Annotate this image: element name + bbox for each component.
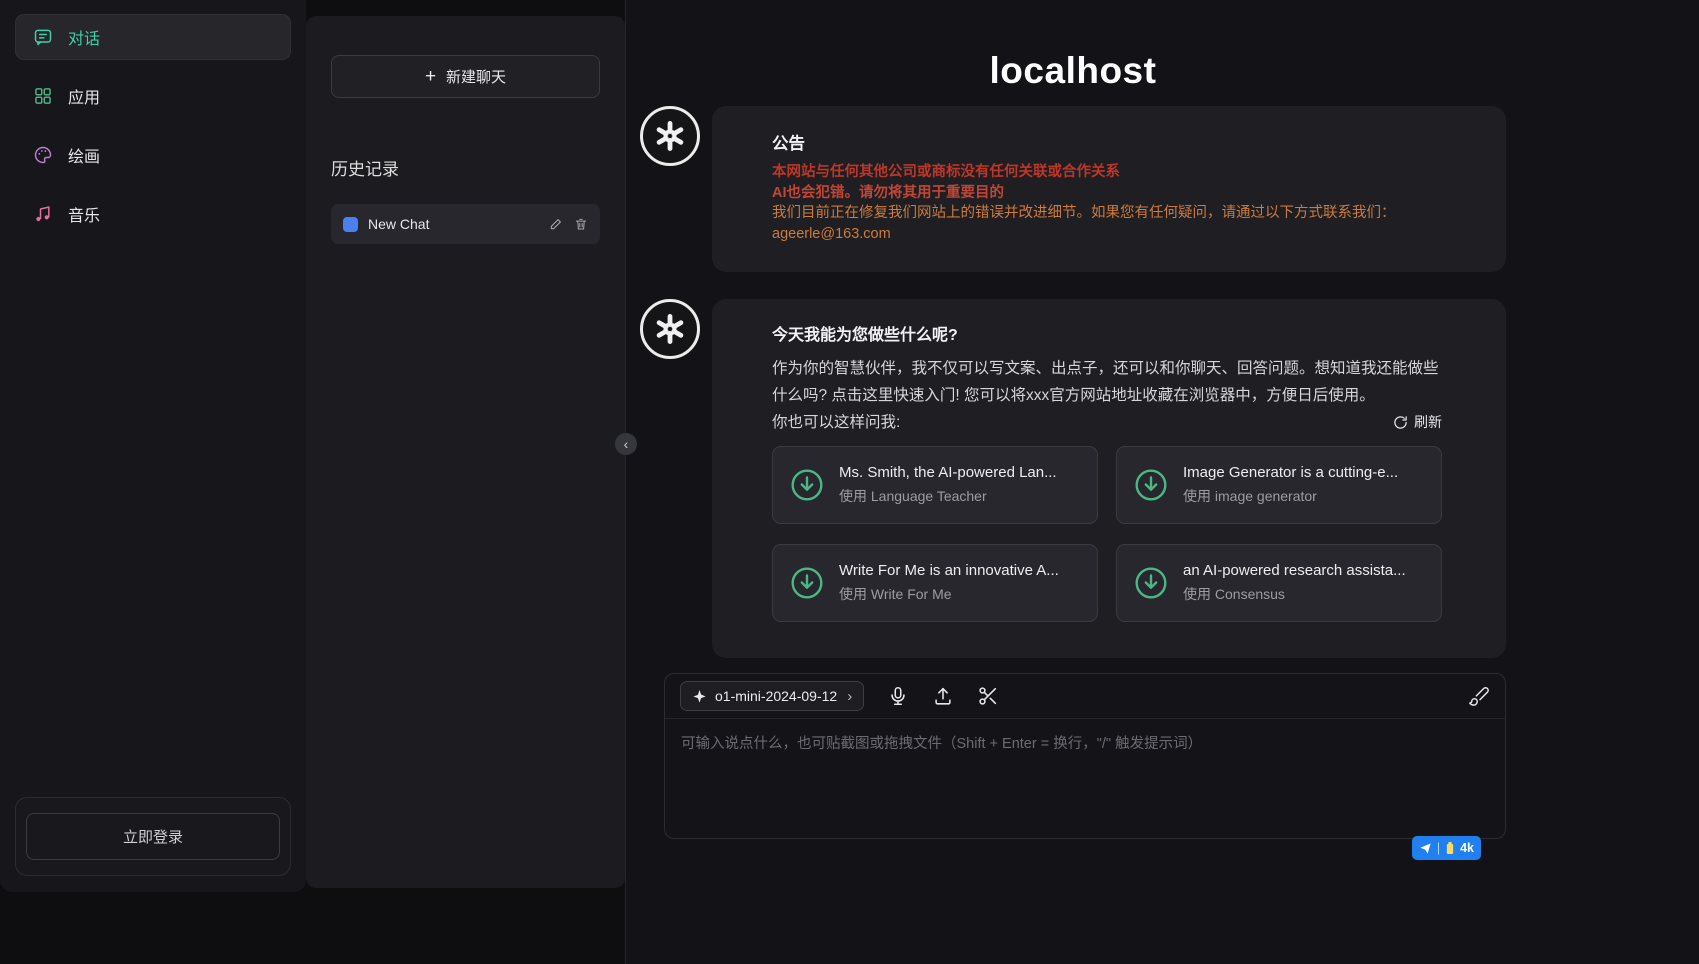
chat-item-title: New Chat [368,216,539,232]
sidebar: 对话 应用 绘画 音乐 立即登录 [0,0,306,892]
openai-logo-icon [653,312,687,346]
chat-main: ‹ localhost [625,0,1699,964]
welcome-body: 作为你的智慧伙伴，我不仅可以写文案、出点子，还可以和你聊天、回答问题。想知道我还… [772,355,1442,409]
separator: | [1437,841,1440,855]
announcement-title: 公告 [772,130,1442,154]
chat-color-chip [343,217,358,232]
suggestion-subtitle: 使用 Language Teacher [839,486,1057,506]
download-circle-icon [789,565,825,601]
delete-icon[interactable] [574,217,588,231]
token-count: 4k [1460,841,1474,855]
welcome-title: 今天我能为您做些什么呢? [772,321,1442,345]
suggestion-title: Image Generator is a cutting-e... [1183,464,1398,481]
palette-icon [33,145,53,165]
welcome-bubble: 今天我能为您做些什么呢? 作为你的智慧伙伴，我不仅可以写文案、出点子，还可以和你… [712,299,1506,658]
send-button[interactable]: | 4k [1412,836,1481,860]
suggestion-card[interactable]: an AI-powered research assista... 使用 Con… [1116,544,1442,622]
chat-list-panel: + 新建聊天 历史记录 New Chat [306,16,625,888]
clear-context-brush-button[interactable] [1468,685,1490,707]
download-circle-icon [1133,467,1169,503]
sidebar-item-label: 音乐 [68,202,100,226]
suggestion-card[interactable]: Image Generator is a cutting-e... 使用 ima… [1116,446,1442,524]
composer-body: | 4k [665,719,1505,838]
composer: o1-mini-2024-09-12 › [664,673,1506,839]
chat-content: localhost [640,0,1506,839]
chat-history-item[interactable]: New Chat [331,204,600,244]
announcement-line-3: 我们目前正在修复我们网站上的错误并改进细节。如果您有任何疑问，请通过以下方式联系… [772,203,1442,224]
upload-button[interactable] [932,685,954,707]
suggestion-subtitle: 使用 Consensus [1183,584,1406,604]
refresh-button[interactable]: 刷新 [1393,409,1442,436]
sparkle-icon [692,689,707,704]
message-input[interactable] [665,719,1505,838]
assistant-avatar [640,106,700,166]
music-note-icon [33,204,53,224]
assistant-avatar [640,299,700,359]
composer-toolbar: o1-mini-2024-09-12 › [665,674,1505,719]
paper-plane-icon [1419,842,1432,855]
sidebar-item-label: 应用 [68,84,100,108]
token-battery-icon [1445,841,1455,855]
login-card: 立即登录 [15,797,291,876]
contact-email-link[interactable]: ageerle@163.com [772,224,891,245]
suggestion-title: Ms. Smith, the AI-powered Lan... [839,464,1057,481]
app-root: 对话 应用 绘画 音乐 立即登录 + 新建聊天 [0,0,1699,964]
refresh-icon [1393,415,1408,430]
model-selector[interactable]: o1-mini-2024-09-12 › [680,681,864,711]
grid-icon [33,86,53,106]
collapse-panel-handle[interactable]: ‹ [615,433,637,455]
chevron-right-icon: › [847,688,852,705]
sidebar-item-music[interactable]: 音乐 [15,191,291,237]
announcement-line-2: AI也会犯错。请勿将其用于重要目的 [772,183,1442,204]
page-title: localhost [640,50,1506,92]
chat-item-actions [549,217,588,231]
sidebar-item-apps[interactable]: 应用 [15,73,291,119]
new-chat-button[interactable]: + 新建聊天 [331,55,600,98]
sidebar-item-chat[interactable]: 对话 [15,14,291,60]
welcome-hint-row: 你也可以这样问我: 刷新 [772,409,1442,436]
openai-logo-icon [653,119,687,153]
model-label: o1-mini-2024-09-12 [715,688,837,704]
suggestion-title: an AI-powered research assista... [1183,562,1406,579]
history-heading: 历史记录 [331,155,600,180]
suggestion-subtitle: 使用 Write For Me [839,584,1059,604]
chat-bubble-icon [33,27,53,47]
login-button[interactable]: 立即登录 [26,813,280,860]
download-circle-icon [789,467,825,503]
edit-icon[interactable] [549,217,563,231]
announcement-bubble: 公告 本网站与任何其他公司或商标没有任何关联或合作关系 AI也会犯错。请勿将其用… [712,106,1506,272]
suggestion-card[interactable]: Write For Me is an innovative A... 使用 Wr… [772,544,1098,622]
suggestion-card[interactable]: Ms. Smith, the AI-powered Lan... 使用 Lang… [772,446,1098,524]
scissors-button[interactable] [977,685,999,707]
message-announcement: 公告 本网站与任何其他公司或商标没有任何关联或合作关系 AI也会犯错。请勿将其用… [640,106,1506,272]
download-circle-icon [1133,565,1169,601]
message-welcome: 今天我能为您做些什么呢? 作为你的智慧伙伴，我不仅可以写文案、出点子，还可以和你… [640,299,1506,658]
announcement-line-1: 本网站与任何其他公司或商标没有任何关联或合作关系 [772,162,1442,183]
suggestion-cards: Ms. Smith, the AI-powered Lan... 使用 Lang… [772,446,1442,622]
suggestion-title: Write For Me is an innovative A... [839,562,1059,579]
new-chat-label: 新建聊天 [446,66,506,87]
microphone-button[interactable] [887,685,909,707]
plus-icon: + [425,67,436,86]
suggestion-subtitle: 使用 image generator [1183,486,1398,506]
refresh-label: 刷新 [1414,409,1442,436]
ask-hint: 你也可以这样问我: [772,409,900,436]
sidebar-item-label: 对话 [68,25,100,49]
sidebar-item-label: 绘画 [68,143,100,167]
sidebar-item-paint[interactable]: 绘画 [15,132,291,178]
